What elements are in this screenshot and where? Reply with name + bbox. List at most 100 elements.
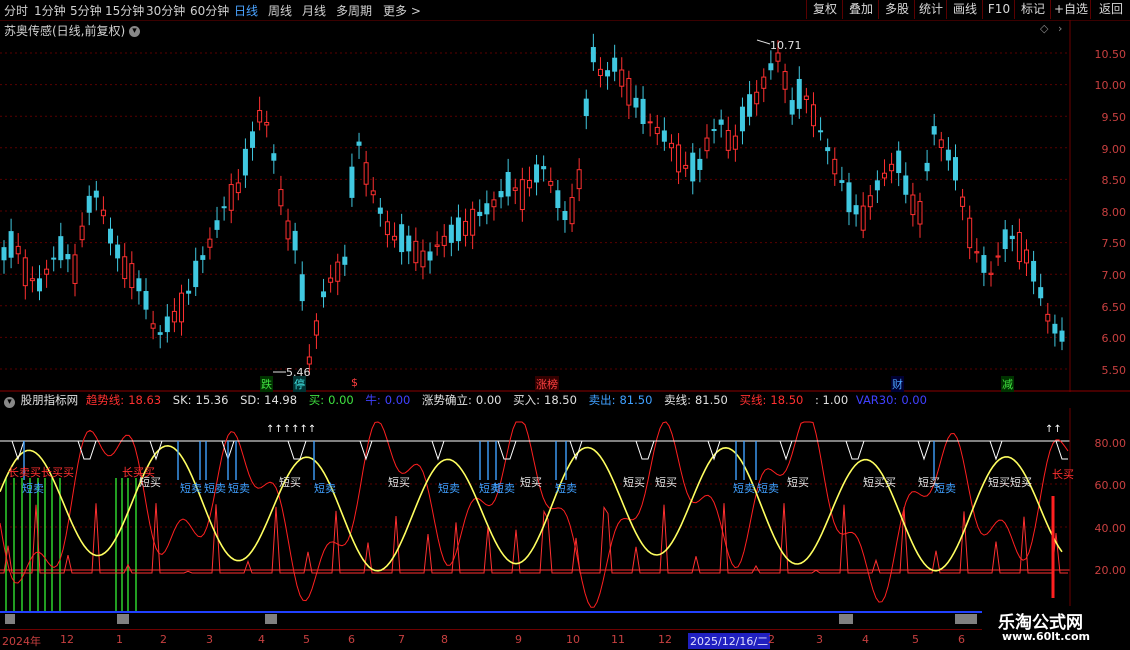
tab-daily[interactable]: 日线	[234, 2, 258, 19]
date-label: 6	[958, 633, 965, 646]
tab-more[interactable]: 更多 >	[383, 2, 421, 19]
price-tick: 7.50	[1101, 237, 1127, 250]
tab-weekly[interactable]: 周线	[268, 2, 292, 19]
date-label: 5	[303, 633, 310, 646]
tag-short-buy: 短买	[655, 475, 677, 489]
date-label: 6	[348, 633, 355, 646]
date-label: 1	[116, 633, 123, 646]
cursor-date-label: 2025/12/16/二	[688, 633, 771, 649]
ind-tick: 80.00	[1094, 437, 1127, 450]
date-label: 12	[658, 633, 672, 646]
green-bars	[5, 478, 137, 612]
tag-short-sell: 短卖	[757, 481, 779, 495]
tab-15min[interactable]: 15分钟	[105, 2, 144, 19]
date-label: 3	[816, 633, 823, 646]
bottom-bar-markers	[5, 614, 977, 624]
tag-long-buy: 长买	[1052, 468, 1074, 481]
ind-buy: 买: 0.00	[308, 393, 354, 407]
tab-60min[interactable]: 60分钟	[190, 2, 229, 19]
f10-button[interactable]: F10	[982, 0, 1015, 19]
add-watchlist-button[interactable]: +自选	[1050, 0, 1091, 19]
date-label: 4	[258, 633, 265, 646]
price-tick: 8.50	[1101, 174, 1127, 187]
date-label: 8	[441, 633, 448, 646]
tag-short-buy: 短买	[623, 475, 645, 489]
tag-long-sell-group: 长卖买长买买	[8, 466, 74, 479]
ind-bull: 牛: 0.00	[365, 393, 411, 407]
tag-short-sell: 短卖	[493, 481, 515, 495]
tag-short-buy: 短买	[388, 475, 410, 489]
date-label: 9	[515, 633, 522, 646]
date-label: 12	[60, 633, 74, 646]
high-label: 10.71	[770, 39, 802, 52]
overlay-button[interactable]: 叠加	[842, 0, 879, 19]
mark-button[interactable]: 标记	[1014, 0, 1051, 19]
price-tick: 9.00	[1101, 143, 1127, 156]
price-chart[interactable]: 10.71 5.46	[0, 20, 1130, 392]
price-tick: 8.00	[1101, 206, 1127, 219]
svg-text:↑↑↑↑↑↑: ↑↑↑↑↑↑	[266, 424, 316, 435]
tag-short-sell: 短卖	[180, 481, 202, 495]
tab-fenshi[interactable]: 分时	[4, 2, 28, 19]
date-axis: 2024年 12 1 2 3 4 5 6 7 8 9 10 11 12 2025…	[0, 629, 1070, 650]
date-label: 7	[398, 633, 405, 646]
tag-short-buy: 短买	[1010, 475, 1032, 489]
tag-short-sell: 短卖	[934, 481, 956, 495]
ind-buyline: 买线: 18.50	[739, 393, 804, 407]
date-label: 10	[566, 633, 580, 646]
marker-top-gainer[interactable]: 涨榜	[535, 376, 559, 392]
indicator-chart[interactable]: 长卖买长买买 短卖 长买买 短买 短卖 短卖 短卖 短买 短卖 短买 短卖 短卖…	[0, 408, 1130, 629]
indicator-name: 股朋指标网	[20, 393, 79, 407]
tab-multi-period[interactable]: 多周期	[336, 2, 372, 19]
tag-short-sell: 短卖	[733, 481, 755, 495]
tag-short-sell: 短卖	[314, 481, 336, 495]
date-label: 4	[862, 633, 869, 646]
price-grid	[0, 52, 1070, 370]
date-label: 11	[611, 633, 625, 646]
date-label: 2024年	[2, 635, 41, 648]
price-tick: 9.50	[1101, 111, 1127, 124]
stats-button[interactable]: 统计	[914, 0, 947, 19]
marker-finance[interactable]: 财	[891, 376, 904, 392]
white-upper-line	[0, 440, 1068, 461]
ind-trend: 趋势线: 18.63	[85, 393, 162, 407]
price-tick: 6.00	[1101, 332, 1127, 345]
marker-reduce[interactable]: 减	[1001, 376, 1014, 392]
marker-drop[interactable]: 跌	[260, 376, 273, 392]
tag-combo-short-buy: 短买买	[863, 475, 896, 489]
back-button[interactable]: 返回	[1090, 0, 1130, 19]
tag-short-sell: 短卖	[22, 481, 44, 495]
tag-short-sell: 短卖	[228, 481, 250, 495]
marker-dollar[interactable]: $	[351, 376, 358, 389]
tag-short-sell: 短卖	[438, 481, 460, 495]
tab-monthly[interactable]: 月线	[302, 2, 326, 19]
ind-tick: 60.00	[1094, 479, 1127, 492]
tab-1min[interactable]: 1分钟	[34, 2, 66, 19]
watermark-url: www.60lt.com	[1002, 630, 1091, 643]
ind-buyin: 买入: 18.50	[513, 393, 577, 407]
ind-ratio: : 1.00	[815, 393, 849, 407]
chevron-right-icon: >	[410, 4, 421, 18]
tag-short-buy: 短买	[787, 475, 809, 489]
date-label: 5	[912, 633, 919, 646]
date-label: 2	[768, 633, 775, 646]
fuquan-button[interactable]: 复权	[806, 0, 843, 19]
date-label: 2	[160, 633, 167, 646]
ind-sellline: 卖线: 81.50	[664, 393, 728, 407]
ind-sellout: 卖出: 81.50	[588, 393, 653, 407]
ind-tick: 20.00	[1094, 564, 1127, 577]
ind-tick: 40.00	[1094, 522, 1127, 535]
ind-uptrend: 涨势确立: 0.00	[422, 393, 502, 407]
chevron-down-icon[interactable]: ▾	[4, 397, 15, 408]
tag-short-buy: 短买	[279, 475, 301, 489]
draw-line-button[interactable]: 画线	[946, 0, 983, 19]
indicator-header: ▾ 股朋指标网 趋势线: 18.63 SK: 15.36 SD: 14.98 买: 0.…	[0, 392, 1070, 408]
tab-30min[interactable]: 30分钟	[146, 2, 185, 19]
tab-5min[interactable]: 5分钟	[70, 2, 102, 19]
tag-short-buy: 短买	[139, 475, 161, 489]
red-spike-line	[0, 503, 1068, 574]
marker-halt[interactable]: 停	[293, 376, 306, 392]
date-label: 3	[206, 633, 213, 646]
multi-stock-button[interactable]: 多股	[878, 0, 915, 19]
tag-short-sell: 短卖	[204, 481, 226, 495]
